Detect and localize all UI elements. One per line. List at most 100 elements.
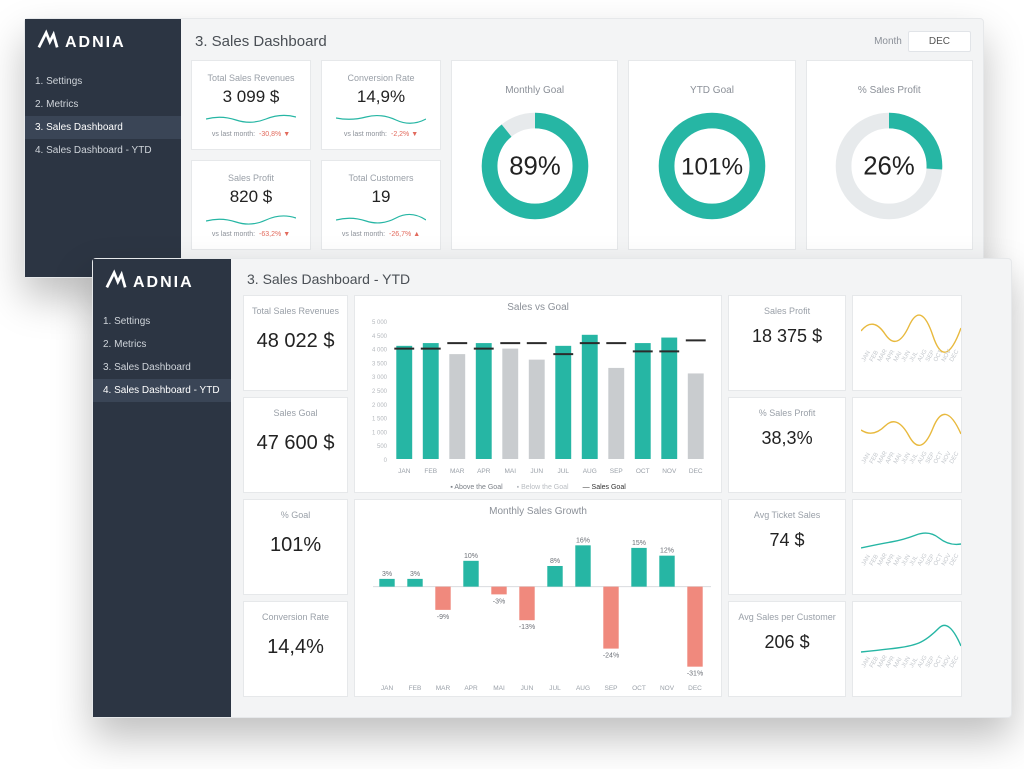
page-title: 3. Sales Dashboard - YTD [247, 271, 410, 287]
stat-value: 206 $ [737, 632, 837, 653]
nav-sales-dashboard-ytd[interactable]: 4. Sales Dashboard - YTD [93, 379, 231, 402]
donut-ytd-goal: YTD Goal 101% [628, 60, 795, 250]
kpi-vs: vs last month:-2,2% ▼ [344, 131, 418, 138]
svg-text:101%: 101% [681, 153, 743, 180]
svg-text:FEB: FEB [409, 685, 422, 692]
donut-icon: 89% [475, 106, 595, 226]
left-stats: Total Sales Revenues 48 022 $ Sales Goal… [243, 295, 348, 697]
donut-label: % Sales Profit [858, 85, 921, 96]
spark-col: JANFEBMARAPRMAIJUNJULAUGSEPOCTNOVDEC JAN… [852, 295, 962, 697]
stat-value: 48 022 $ [252, 330, 339, 353]
stat-label: % Sales Profit [737, 408, 837, 418]
nav-sales-dashboard[interactable]: 3. Sales Dashboard [93, 356, 231, 379]
svg-text:NOV: NOV [660, 685, 675, 692]
svg-text:2 000: 2 000 [372, 403, 388, 409]
kpi-label: Total Sales Revenues [207, 73, 294, 83]
mini-months: JANFEBMARAPRMAIJUNJULAUGSEPOCTNOVDEC [861, 360, 953, 366]
kpi-value: 19 [372, 187, 391, 207]
legend-above-goal: ▪ Above the Goal [450, 484, 502, 491]
svg-text:APR: APR [464, 685, 478, 692]
stat-value: 101% [252, 534, 339, 557]
chart-sales-vs-goal: Sales vs Goal 05001 0001 5002 0002 5003 … [354, 295, 722, 493]
nav-sales-dashboard[interactable]: 3. Sales Dashboard [25, 116, 181, 139]
stat-sales-goal: Sales Goal 47 600 $ [243, 397, 348, 493]
legend-sales-goal: — Sales Goal [583, 484, 626, 491]
stat-label: Avg Sales per Customer [737, 612, 837, 622]
stat-label: Avg Ticket Sales [737, 510, 837, 520]
kpi-total-customers: Total Customers 19 vs last month:-26,7% … [321, 160, 441, 250]
donut-sales-profit-pct: % Sales Profit 26% [806, 60, 973, 250]
brand: ADNIA [93, 269, 231, 310]
svg-text:APR: APR [477, 468, 491, 475]
kpi-label: Sales Profit [228, 173, 274, 183]
nav-sales-dashboard-ytd[interactable]: 4. Sales Dashboard - YTD [25, 139, 181, 162]
svg-text:3 500: 3 500 [372, 361, 388, 367]
spark-pct-sales-profit: JANFEBMARAPRMAIJUNJULAUGSEPOCTNOVDEC [852, 397, 962, 493]
svg-text:3%: 3% [382, 571, 392, 578]
donut-icon: 101% [652, 106, 772, 226]
stat-label: Conversion Rate [252, 612, 339, 622]
window-sales-dashboard: ADNIA 1. Settings 2. Metrics 3. Sales Da… [24, 18, 984, 278]
spark-avg-ticket: JANFEBMARAPRMAIJUNJULAUGSEPOCTNOVDEC [852, 499, 962, 595]
svg-text:1 000: 1 000 [372, 430, 388, 436]
nav-metrics[interactable]: 2. Metrics [25, 93, 181, 116]
svg-text:JAN: JAN [398, 468, 411, 475]
stat-label: % Goal [252, 510, 339, 520]
month-label: Month [874, 36, 902, 47]
donut-monthly-goal: Monthly Goal 89% [451, 60, 618, 250]
svg-text:26%: 26% [864, 152, 915, 180]
nav-metrics[interactable]: 2. Metrics [93, 333, 231, 356]
chart-legend: ▪ Above the Goal ▪ Below the Goal — Sale… [363, 484, 713, 491]
kpi-value: 3 099 $ [223, 87, 280, 107]
brand: ADNIA [25, 29, 181, 70]
svg-text:16%: 16% [576, 537, 590, 544]
sparkline-icon [206, 211, 296, 227]
spark-sales-profit: JANFEBMARAPRMAIJUNJULAUGSEPOCTNOVDEC [852, 295, 962, 391]
mini-months: JANFEBMARAPRMAIJUNJULAUGSEPOCTNOVDEC [861, 564, 953, 570]
page-title: 3. Sales Dashboard [195, 33, 327, 50]
nav-settings[interactable]: 1. Settings [93, 310, 231, 333]
svg-text:12%: 12% [660, 548, 674, 555]
stat-avg-sales-per-customer: Avg Sales per Customer 206 $ [728, 601, 846, 697]
mini-months: JANFEBMARAPRMAIJUNJULAUGSEPOCTNOVDEC [861, 462, 953, 468]
svg-text:NOV: NOV [662, 468, 677, 475]
logo-icon [37, 29, 59, 56]
nav-settings[interactable]: 1. Settings [25, 70, 181, 93]
month-value[interactable]: DEC [908, 31, 971, 52]
chart-title: Sales vs Goal [363, 302, 713, 313]
sidebar: ADNIA 1. Settings 2. Metrics 3. Sales Da… [93, 259, 231, 717]
svg-text:89%: 89% [509, 152, 560, 180]
donut-icon: 26% [829, 106, 949, 226]
svg-text:JUN: JUN [521, 685, 534, 692]
kpi-label: Conversion Rate [347, 73, 414, 83]
svg-text:JUL: JUL [558, 468, 570, 475]
kpi-value: 14,9% [357, 87, 405, 107]
svg-text:4 500: 4 500 [372, 334, 388, 340]
kpi-conversion-rate: Conversion Rate 14,9% vs last month:-2,2… [321, 60, 441, 150]
stat-label: Total Sales Revenues [252, 306, 339, 316]
main-pane: 3. Sales Dashboard - YTD Total Sales Rev… [231, 259, 1011, 717]
titlebar: 3. Sales Dashboard - YTD [243, 267, 1003, 295]
svg-text:4 000: 4 000 [372, 348, 388, 354]
nav: 1. Settings 2. Metrics 3. Sales Dashboar… [93, 310, 231, 402]
logo-icon [105, 269, 127, 296]
sparkline-icon [336, 211, 426, 227]
bar-chart-icon: 05001 0001 5002 0002 5003 0003 5004 0004… [363, 317, 715, 477]
nav: 1. Settings 2. Metrics 3. Sales Dashboar… [25, 70, 181, 162]
svg-text:JUL: JUL [549, 685, 561, 692]
svg-text:DEC: DEC [688, 685, 702, 692]
stat-value: 47 600 $ [252, 432, 339, 455]
kpi-col-2: Conversion Rate 14,9% vs last month:-2,2… [321, 60, 441, 250]
svg-text:3 000: 3 000 [372, 375, 388, 381]
stat-pct-sales-profit: % Sales Profit 38,3% [728, 397, 846, 493]
svg-text:3%: 3% [410, 571, 420, 578]
bar-chart-icon: 3%JAN3%FEB-9%MAR10%APR-3%MAI-13%JUN8%JUL… [363, 521, 715, 693]
svg-text:5 000: 5 000 [372, 320, 388, 326]
svg-text:-31%: -31% [687, 671, 703, 678]
svg-text:1 500: 1 500 [372, 417, 388, 423]
brand-text: ADNIA [133, 274, 194, 292]
kpi-label: Total Customers [348, 173, 413, 183]
kpi-vs: vs last month:-30,8% ▼ [212, 131, 290, 138]
svg-text:AUG: AUG [576, 685, 590, 692]
stat-value: 14,4% [252, 636, 339, 659]
